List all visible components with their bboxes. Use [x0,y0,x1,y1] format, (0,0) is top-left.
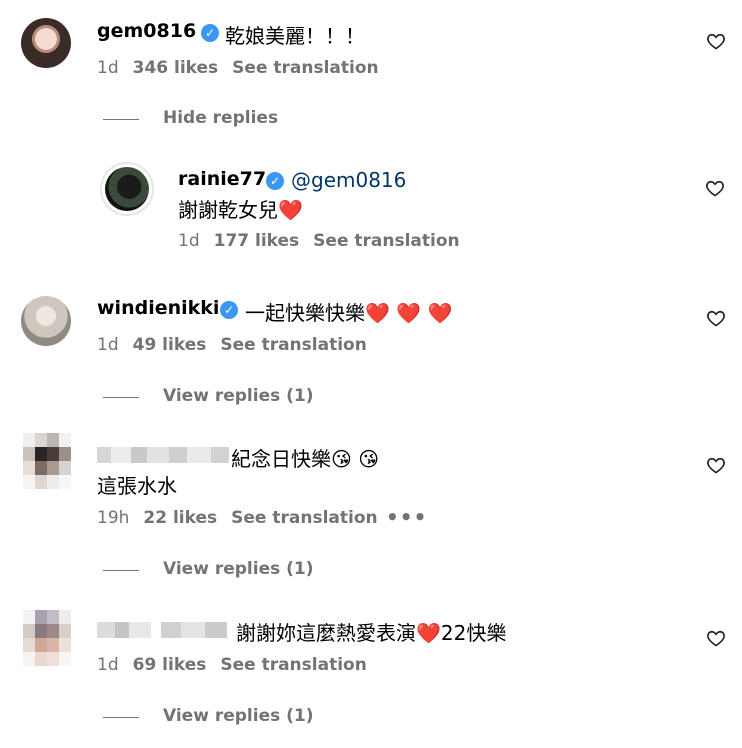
more-options-icon[interactable]: ••• [386,505,427,529]
comment-username[interactable]: gem0816 [97,20,196,42]
comment-time[interactable]: 1d [97,58,119,78]
comment-meta: 19h 22 likes See translation [97,508,392,528]
comment-text: 一起快樂快樂❤️ ❤️ ❤️ [245,297,452,326]
hide-replies-button[interactable]: Hide replies [163,108,278,128]
comment-text: 謝謝妳這麼熱愛表演❤️22快樂 [236,617,506,646]
comment-time[interactable]: 1d [97,655,119,675]
avatar[interactable] [21,18,71,68]
replies-line [103,397,139,398]
comment-username[interactable]: windienikki [97,297,219,319]
comment-username[interactable]: rainie77 [178,168,266,190]
verified-badge-icon: ✓ [220,301,238,319]
comment-text-body: 紀念日快樂 [231,447,331,471]
heart-icon[interactable] [706,628,726,648]
heart-icon[interactable] [705,178,725,198]
avatar[interactable] [100,162,154,216]
comment-text: 乾娘美麗！！！ [225,24,365,48]
heart-icon[interactable] [706,31,726,51]
view-replies-button[interactable]: View replies (1) [163,559,314,579]
red-heart-emoji: ❤️ [278,198,303,222]
comment-text: 謝謝乾女兒❤️ [178,194,303,223]
see-translation-button[interactable]: See translation [231,508,377,528]
replies-line [103,570,139,571]
avatar[interactable] [21,296,71,346]
comment-text-tail: 22快樂 [440,621,507,645]
avatar[interactable] [23,610,73,666]
comment-text-body: 謝謝妳這麼熱愛表演 [236,621,416,645]
verified-badge-icon: ✓ [266,172,284,190]
comment-time[interactable]: 1d [97,335,119,355]
see-translation-button[interactable]: See translation [220,655,366,675]
avatar[interactable] [23,433,73,489]
mention-link[interactable]: @gem0816 [291,168,406,192]
heart-icon[interactable] [706,308,726,328]
like-count[interactable]: 346 likes [133,58,219,78]
like-count[interactable]: 177 likes [214,231,300,251]
replies-line [103,717,139,718]
see-translation-button[interactable]: See translation [220,335,366,355]
blurred-username[interactable] [97,622,227,638]
replies-line [103,119,139,120]
comment-text: 紀念日快樂😘 😘 [231,443,379,472]
view-replies-button[interactable]: View replies (1) [163,386,314,406]
comment-meta: 1d 49 likes See translation [97,335,381,355]
comment-meta: 1d 346 likes See translation [97,58,393,78]
comment-meta: 1d 69 likes See translation [97,655,381,675]
view-replies-button[interactable]: View replies (1) [163,706,314,726]
heart-icon[interactable] [706,455,726,475]
comment-meta: 1d 177 likes See translation [178,231,474,251]
comment-text-body: 一起快樂快樂 [245,301,365,325]
like-count[interactable]: 49 likes [133,335,207,355]
see-translation-button[interactable]: See translation [313,231,459,251]
comment-text-body: 謝謝乾女兒 [178,198,278,222]
comment-text-line2: 這張水水 [97,474,177,498]
kiss-emoji: 😘 😘 [331,447,380,471]
see-translation-button[interactable]: See translation [232,58,378,78]
verified-badge-icon: ✓ [201,24,219,42]
red-heart-emoji: ❤️ [416,621,441,645]
like-count[interactable]: 69 likes [133,655,207,675]
comment-time[interactable]: 1d [178,231,200,251]
like-count[interactable]: 22 likes [143,508,217,528]
blurred-username[interactable] [97,447,229,463]
comment-time[interactable]: 19h [97,508,129,528]
red-heart-emoji: ❤️ ❤️ ❤️ [365,301,453,325]
